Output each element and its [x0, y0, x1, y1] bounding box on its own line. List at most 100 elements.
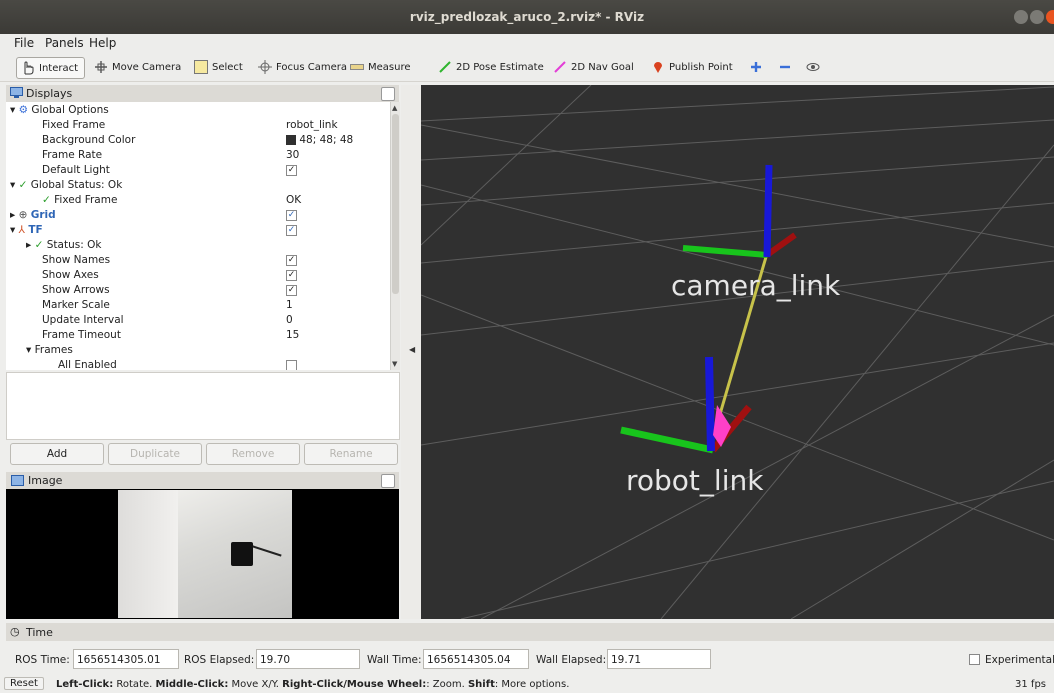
marker-scale-value[interactable]: 1	[286, 299, 293, 311]
global-status-row[interactable]: ▾ ✓ Global Status: Ok	[10, 179, 122, 194]
rename-display-button[interactable]: Rename	[304, 443, 398, 465]
add-tool-button[interactable]	[749, 57, 767, 77]
update-interval-value[interactable]: 0	[286, 314, 293, 326]
menu-bar: File Panels Help	[0, 34, 1054, 52]
nav-goal-tool[interactable]: 2D Nav Goal	[553, 57, 634, 77]
tf-row[interactable]: ▾ ⅄ TF	[10, 224, 43, 239]
toolbar: Interact Move Camera Select Focus Camera…	[0, 52, 1054, 82]
default-light-checkbox[interactable]: ✓	[286, 164, 297, 176]
monitor-icon	[10, 87, 23, 98]
move-camera-icon	[95, 61, 107, 73]
check-icon: ✓	[18, 179, 28, 191]
select-label: Select	[212, 61, 243, 73]
render-scene: camera_link robot_link	[421, 85, 1054, 619]
minimize-button[interactable]	[1014, 10, 1028, 24]
focus-camera-icon	[258, 60, 272, 74]
add-display-button[interactable]: Add	[10, 443, 104, 465]
frame-rate-value[interactable]: 30	[286, 149, 299, 161]
select-tool[interactable]: Select	[194, 57, 243, 77]
experimental-label: Experimental	[985, 654, 1054, 666]
tf-icon: ⅄	[18, 224, 26, 236]
ros-elapsed-field[interactable]: 19.70	[256, 649, 360, 669]
time-panel-header: ◷ Time	[6, 623, 1054, 641]
frames-row[interactable]: ▾ Frames	[26, 344, 73, 359]
title-bar: rviz_predlozak_aruco_2.rviz* - RViz	[0, 0, 1054, 34]
minus-icon	[780, 65, 790, 69]
publish-point-tool[interactable]: Publish Point	[651, 57, 733, 77]
fixed-frame-label: Fixed Frame	[42, 119, 106, 131]
fixed-frame-status-row: ✓ Fixed Frame	[42, 194, 118, 206]
focus-camera-label: Focus Camera	[276, 61, 347, 73]
publish-point-label: Publish Point	[669, 61, 733, 73]
remove-tool-button[interactable]	[778, 57, 796, 77]
property-description-box	[6, 372, 400, 440]
wall-time-label: Wall Time:	[367, 654, 422, 666]
show-arrows-label: Show Arrows	[42, 284, 110, 296]
scroll-down-arrow-icon[interactable]: ▼	[392, 360, 397, 368]
show-names-checkbox[interactable]: ✓	[286, 254, 297, 266]
close-button[interactable]	[1046, 10, 1054, 24]
time-panel-title: Time	[26, 626, 53, 639]
undock-button[interactable]	[381, 87, 395, 101]
maximize-button[interactable]	[1030, 10, 1044, 24]
background-color-value[interactable]: 48; 48; 48	[286, 134, 353, 146]
scroll-up-arrow-icon[interactable]: ▲	[392, 104, 397, 112]
grid-row[interactable]: ▸ ⊕ Grid	[10, 209, 56, 224]
experimental-checkbox[interactable]	[969, 654, 980, 665]
default-light-label: Default Light	[42, 164, 110, 176]
menu-file[interactable]: File	[14, 36, 34, 50]
frame-timeout-value[interactable]: 15	[286, 329, 299, 341]
tf-status-row[interactable]: ▸ ✓ Status: Ok	[26, 239, 101, 254]
remove-display-button[interactable]: Remove	[206, 443, 300, 465]
view-options-button[interactable]	[806, 57, 824, 77]
color-swatch	[286, 135, 296, 145]
robot-link-axes	[620, 356, 752, 454]
displays-title: Displays	[26, 87, 73, 100]
pose-estimate-tool[interactable]: 2D Pose Estimate	[438, 57, 544, 77]
pose-estimate-label: 2D Pose Estimate	[456, 61, 544, 73]
all-enabled-checkbox[interactable]	[286, 359, 297, 370]
collapse-arrow-icon[interactable]: ◀	[409, 345, 415, 354]
displays-tree: ▾ ⚙ Global Options Fixed Frame robot_lin…	[6, 102, 390, 370]
show-arrows-checkbox[interactable]: ✓	[286, 284, 297, 296]
duplicate-display-button[interactable]: Duplicate	[108, 443, 202, 465]
displays-scrollbar[interactable]: ▲ ▼	[390, 102, 400, 370]
wall-elapsed-label: Wall Elapsed:	[536, 654, 607, 666]
status-help-text: Left-Click: Rotate. Middle-Click: Move X…	[56, 679, 570, 690]
wall-elapsed-field[interactable]: 19.71	[607, 649, 711, 669]
image-icon	[11, 475, 24, 486]
splitter[interactable]: ◀	[401, 85, 421, 619]
all-enabled-label: All Enabled	[58, 359, 117, 370]
scrollbar-thumb[interactable]	[392, 114, 399, 294]
global-options-row[interactable]: ▾ ⚙ Global Options	[10, 104, 109, 119]
measure-tool[interactable]: Measure	[350, 57, 411, 77]
window-title: rviz_predlozak_aruco_2.rviz* - RViz	[409, 10, 645, 24]
ros-time-field[interactable]: 1656514305.01	[73, 649, 179, 669]
marker-scale-label: Marker Scale	[42, 299, 110, 311]
image-panel-title: Image	[28, 474, 63, 487]
menu-help[interactable]: Help	[89, 36, 116, 50]
render-3d-view[interactable]: camera_link robot_link	[421, 85, 1054, 619]
measure-label: Measure	[368, 61, 411, 73]
fixed-frame-value[interactable]: robot_link	[286, 119, 338, 131]
focus-camera-tool[interactable]: Focus Camera	[258, 57, 347, 77]
check-icon: ✓	[42, 194, 51, 206]
menu-panels[interactable]: Panels	[45, 36, 84, 50]
grid-icon: ⊕	[18, 209, 28, 221]
undock-button[interactable]	[381, 474, 395, 488]
grid-checkbox[interactable]: ✓	[286, 209, 297, 221]
clock-icon: ◷	[10, 625, 20, 638]
select-icon	[194, 60, 208, 74]
reset-button[interactable]: Reset	[4, 677, 44, 690]
ros-time-label: ROS Time:	[15, 654, 70, 666]
ruler-icon	[350, 64, 364, 70]
move-camera-tool[interactable]: Move Camera	[94, 57, 181, 77]
tf-checkbox[interactable]: ✓	[286, 224, 297, 236]
interact-label: Interact	[39, 62, 79, 74]
update-interval-label: Update Interval	[42, 314, 124, 326]
hand-pointer-icon	[24, 61, 34, 75]
wall-time-field[interactable]: 1656514305.04	[423, 649, 529, 669]
check-icon: ✓	[34, 239, 44, 251]
show-axes-checkbox[interactable]: ✓	[286, 269, 297, 281]
interact-tool[interactable]: Interact	[16, 57, 86, 79]
